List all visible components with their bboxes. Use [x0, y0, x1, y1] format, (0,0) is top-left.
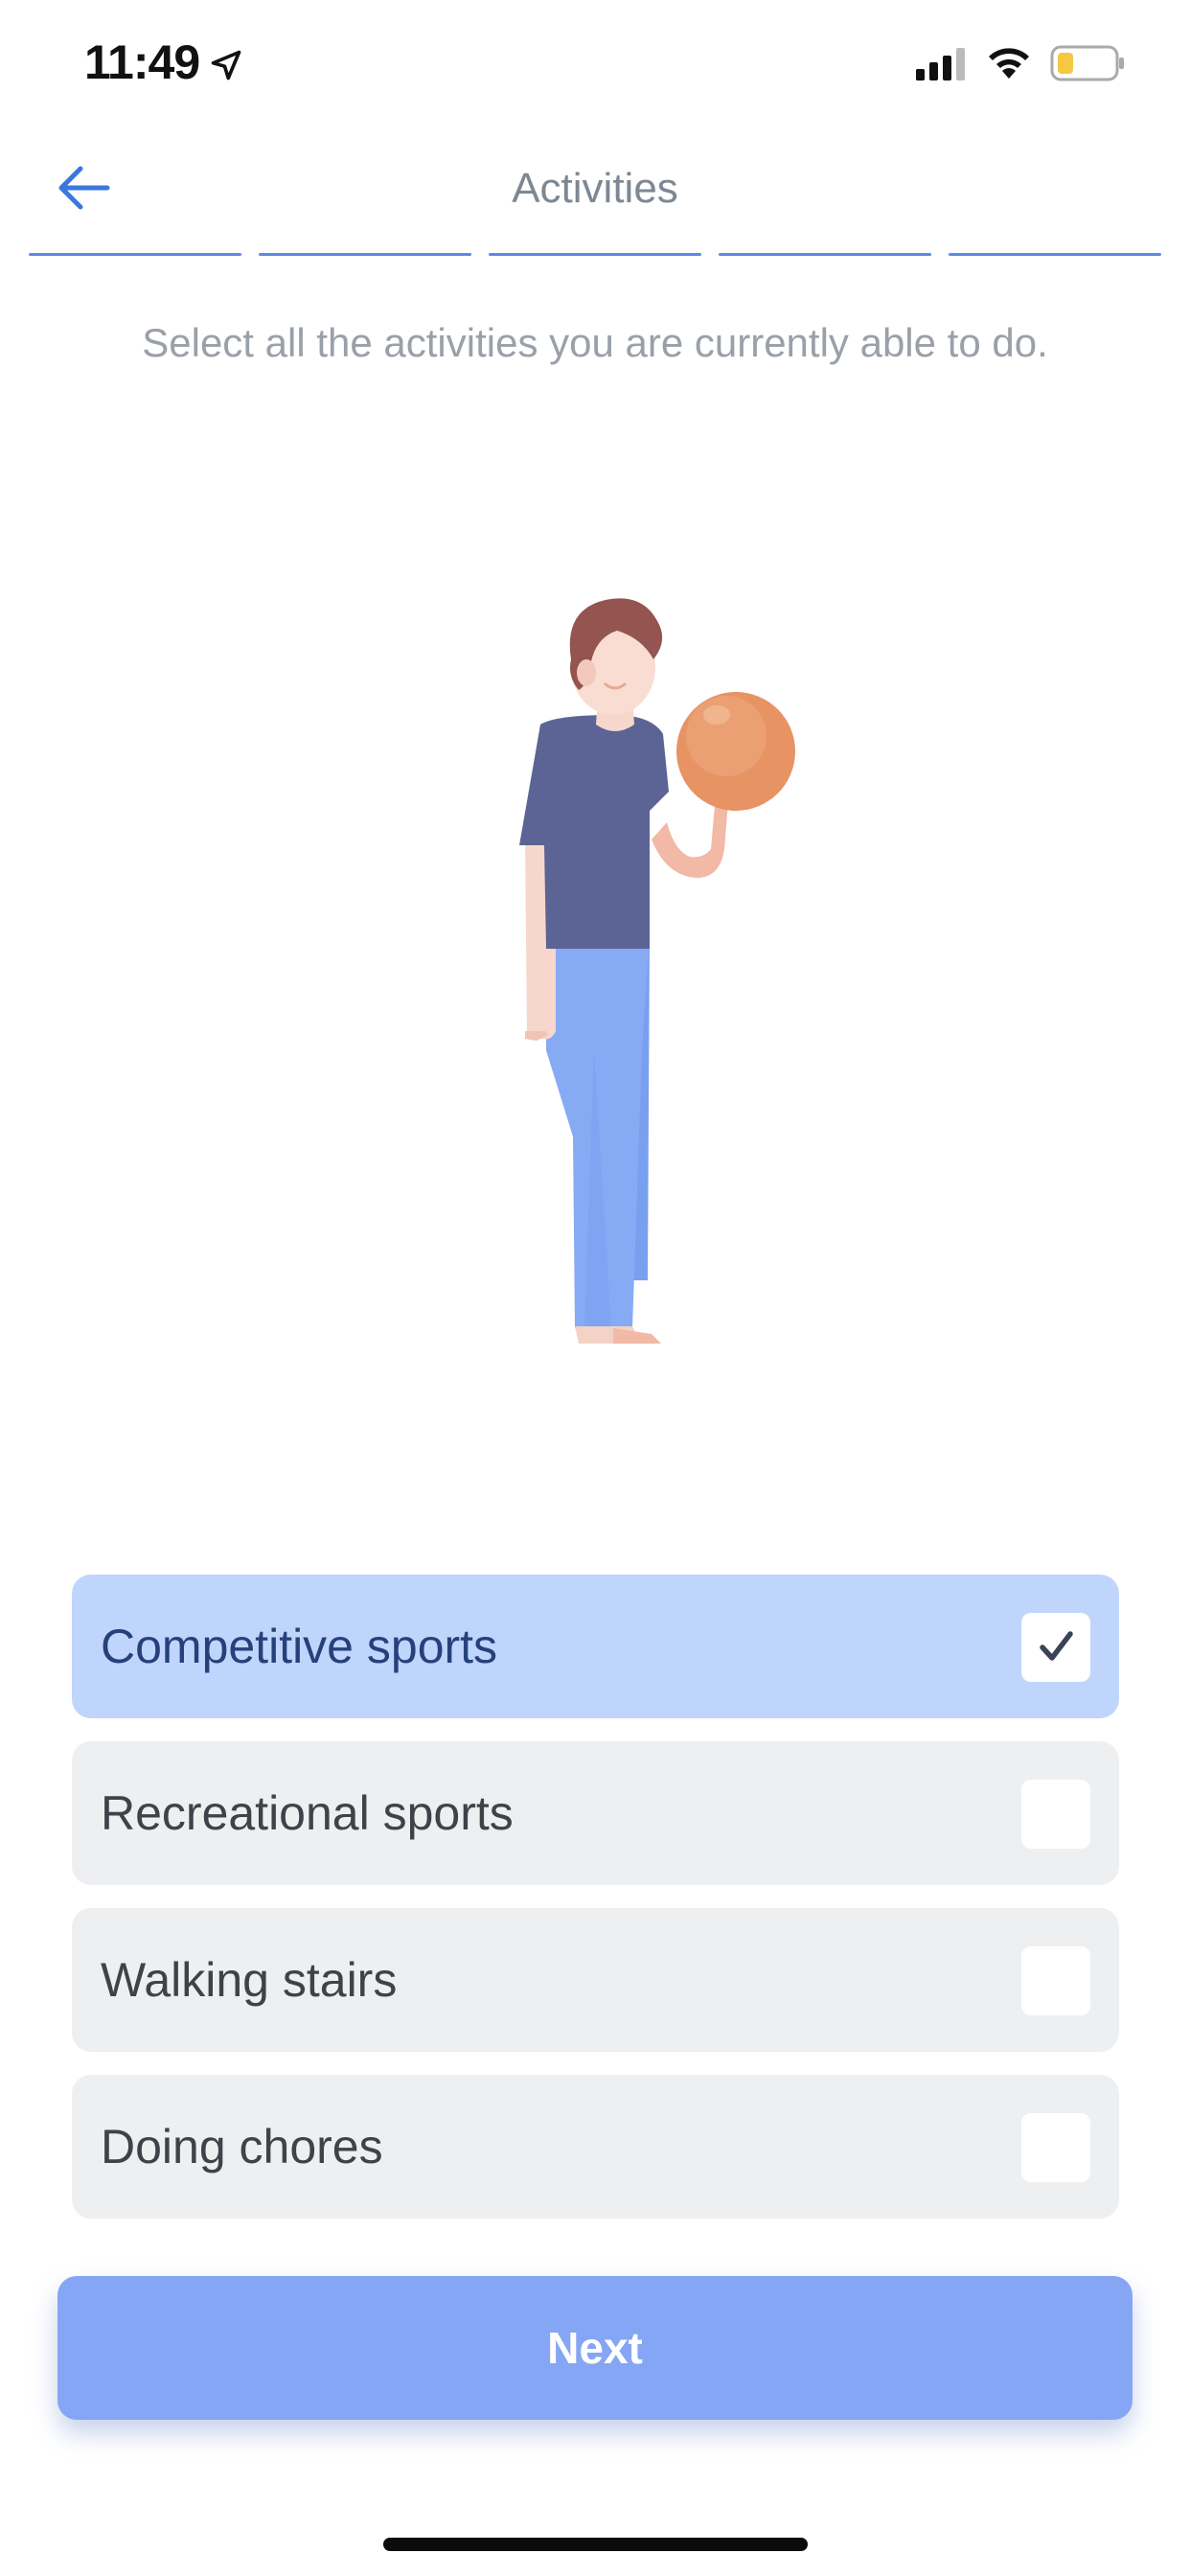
step-progress-bar: [29, 253, 1161, 257]
checkbox-checked[interactable]: [1021, 1613, 1090, 1682]
progress-step: [489, 253, 701, 256]
page-title: Activities: [512, 165, 678, 212]
checkbox-unchecked[interactable]: [1021, 1946, 1090, 2015]
checkbox-unchecked[interactable]: [1021, 1780, 1090, 1849]
option-label: Recreational sports: [101, 1786, 514, 1840]
instruction-text: Select all the activities you are curren…: [142, 320, 1048, 365]
option-doing-chores[interactable]: Doing chores: [72, 2075, 1119, 2219]
home-indicator[interactable]: [383, 2538, 808, 2551]
checkmark-icon: [1040, 1631, 1073, 1661]
option-recreational-sports[interactable]: Recreational sports: [72, 1741, 1119, 1885]
battery-low-icon: [1050, 45, 1124, 81]
activities-screen: 11:49 Activities Select all the activiti…: [0, 0, 1190, 2576]
wifi-icon: [989, 48, 1029, 79]
location-arrow-icon: [211, 50, 241, 80]
option-label: Walking stairs: [101, 1953, 398, 2007]
checkbox-unchecked[interactable]: [1021, 2113, 1090, 2182]
option-label: Doing chores: [101, 2120, 383, 2174]
progress-step: [259, 253, 471, 256]
progress-step: [949, 253, 1161, 256]
option-competitive-sports[interactable]: Competitive sports: [72, 1575, 1119, 1718]
activity-options-list: Competitive sports Recreational sports W…: [72, 1575, 1119, 2242]
cellular-signal-icon: [916, 48, 965, 80]
person-spinning-ball-illustration: [519, 598, 795, 1344]
status-time: 11:49: [84, 35, 200, 89]
next-button[interactable]: Next: [57, 2276, 1133, 2420]
option-walking-stairs[interactable]: Walking stairs: [72, 1908, 1119, 2052]
status-bar: 11:49: [0, 0, 1190, 126]
progress-step: [719, 253, 931, 256]
option-label: Competitive sports: [101, 1620, 498, 1673]
progress-step: [29, 253, 241, 256]
